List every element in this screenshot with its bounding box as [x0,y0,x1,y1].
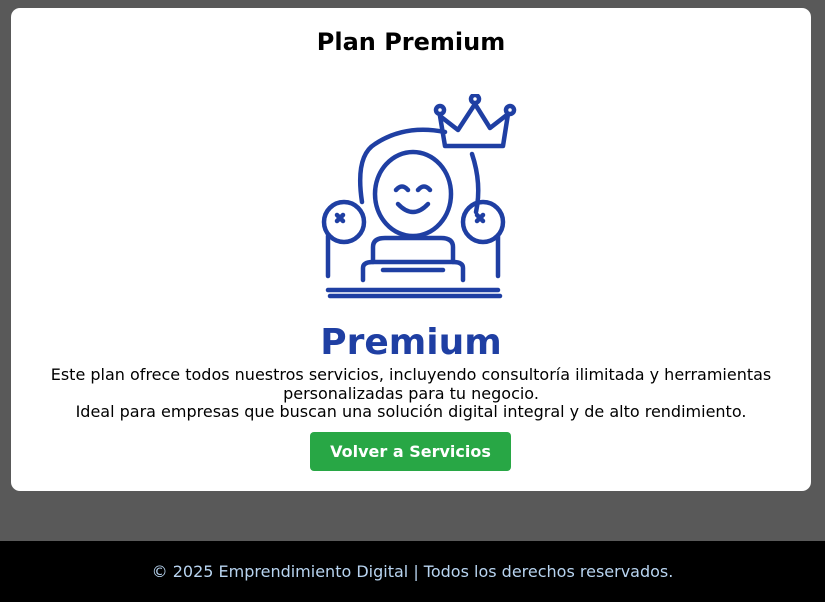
plan-card: Plan Premium Premium Este plan ofrece to… [11,8,811,491]
description-line-1: Este plan ofrece todos nuestros servicio… [50,365,772,403]
premium-caption: Premium [320,322,502,360]
premium-illustration: Premium [300,92,522,363]
footer-text: © 2025 Emprendimiento Digital | Todos lo… [151,562,674,581]
plan-description: Este plan ofrece todos nuestros servicio… [41,365,781,422]
page-title: Plan Premium [316,28,506,56]
description-line-2: Ideal para empresas que buscan una soluc… [75,402,747,421]
page: Plan Premium Premium Este plan ofrece to… [0,0,825,602]
back-to-services-button[interactable]: Volver a Servicios [310,432,511,471]
footer: © 2025 Emprendimiento Digital | Todos lo… [0,541,825,602]
crown-armchair-smiley-icon: Premium [320,92,517,363]
